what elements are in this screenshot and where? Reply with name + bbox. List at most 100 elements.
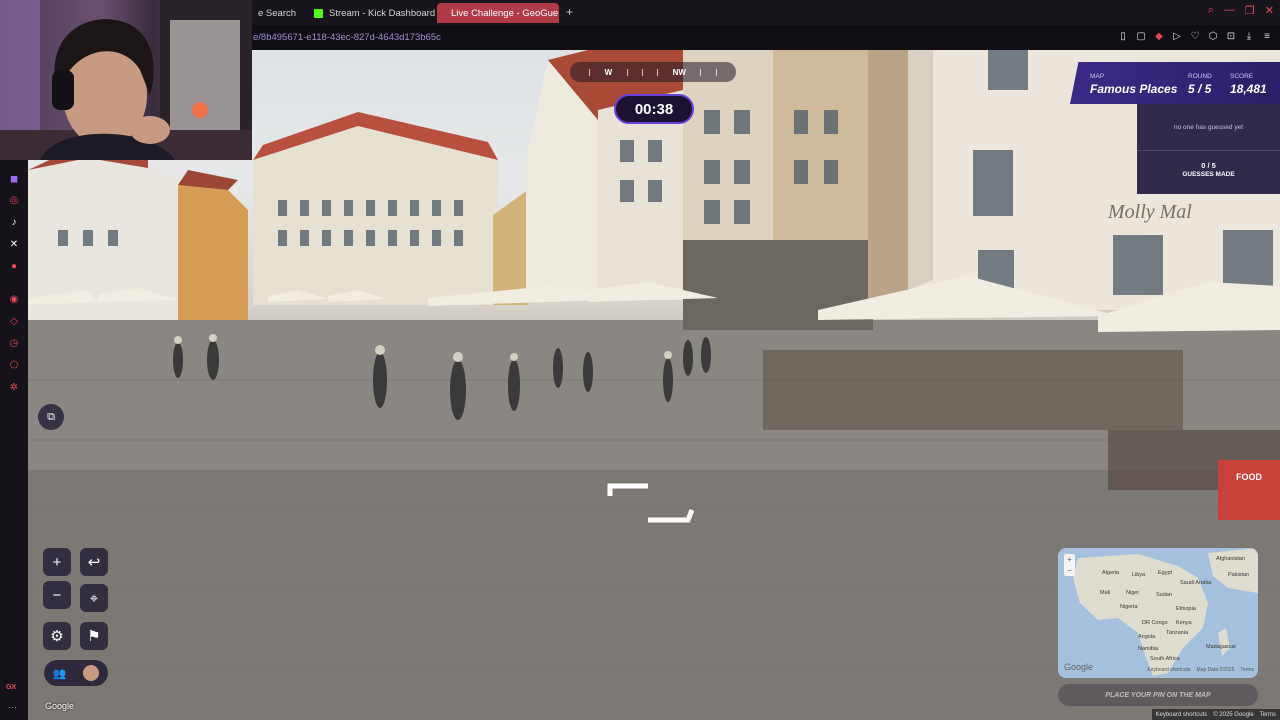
extension-toolbar: ▯ ▢ ◆ ▷ ♡ ⬡ ⊡ ⤓ ≡	[1118, 31, 1272, 42]
bookmark-icon[interactable]: ▯	[1118, 31, 1128, 42]
lock-icon[interactable]: ⊡	[1226, 31, 1236, 42]
place-pin-button[interactable]: PLACE YOUR PIN ON THE MAP	[1058, 684, 1258, 706]
minimap-zoom[interactable]: + −	[1064, 554, 1075, 576]
webcam-graphic	[0, 0, 252, 160]
map-label-saudi: Saudi Arabia	[1180, 580, 1212, 586]
more-icon[interactable]: ···	[8, 702, 17, 712]
google-logo: Google	[45, 701, 75, 711]
map-label: MAP	[1090, 73, 1105, 80]
history-icon[interactable]: ◷	[7, 336, 21, 350]
map-label-algeria: Algeria	[1102, 570, 1120, 576]
window-controls: ⌕ — ❐ ✕	[1208, 4, 1274, 17]
round-timer: 00:38	[614, 94, 694, 124]
extensions-icon[interactable]: ⬡	[1208, 31, 1218, 42]
round-label: ROUND	[1188, 73, 1212, 80]
compass: W NW	[570, 62, 736, 82]
close-icon[interactable]: ✕	[1265, 4, 1274, 17]
map-label-nigeria: Nigeria	[1120, 604, 1138, 610]
tab-label: Stream - Kick Dashboard	[329, 7, 436, 19]
twitch-icon[interactable]: ◼	[7, 172, 21, 186]
guess-minimap[interactable]: + − Afghanistan Algeria Libya Egypt Saudi…	[1058, 548, 1258, 678]
minimap-terms[interactable]: Terms	[1240, 667, 1254, 673]
new-tab-button[interactable]: +	[566, 5, 573, 19]
gx-icon[interactable]: GX	[6, 684, 16, 691]
minimap-footer: Keyboard shortcuts Map Data ©2025 Terms	[1147, 667, 1254, 673]
footer-copyright: © 2025 Google	[1213, 711, 1254, 718]
snapshot-icon[interactable]: ▢	[1136, 31, 1146, 42]
map-label-kenya: Kenya	[1176, 620, 1192, 626]
tab-label: e Search	[258, 7, 297, 19]
menu-icon[interactable]: ≡	[1262, 31, 1272, 42]
map-label-sudan: Sudan	[1156, 592, 1172, 598]
discover-icon[interactable]: ⬠	[7, 358, 21, 372]
pin-sidebar-icon[interactable]: ◇	[7, 314, 21, 328]
avatar	[83, 665, 100, 681]
score-value: 18,481	[1230, 82, 1267, 96]
play-icon[interactable]: ▷	[1172, 31, 1182, 42]
heart-icon[interactable]: ♡	[1190, 31, 1200, 42]
compass-tick	[657, 68, 659, 76]
report-button[interactable]: ⧉	[38, 404, 64, 430]
minimap-google-logo: Google	[1064, 662, 1094, 672]
food-sign: FOOD	[1236, 472, 1262, 482]
instagram-icon[interactable]: ◎	[7, 193, 21, 207]
report-icon: ⧉	[47, 410, 55, 423]
compass-tick	[589, 68, 591, 76]
map-label-afghanistan: Afghanistan	[1216, 556, 1246, 562]
guesses-label: GUESSES MADE	[1182, 171, 1235, 178]
users-icon: 👥	[52, 667, 67, 680]
undo-move-button[interactable]: ↩	[80, 548, 108, 576]
kick-icon	[314, 8, 323, 18]
map-label-south-africa: South Africa	[1150, 656, 1180, 662]
maximize-icon[interactable]: ❐	[1245, 4, 1255, 17]
map-label-egypt: Egypt	[1158, 570, 1173, 576]
map-label-pakistan: Pakistan	[1228, 572, 1250, 578]
minimize-icon[interactable]: —	[1224, 4, 1235, 17]
browser-sidebar: ◼ ◎ ♪ ✕ ● ◉ ◇ ◷ ⬠ ✲ GX ···	[0, 160, 28, 720]
zoom-in-button[interactable]: +	[43, 548, 71, 576]
map-label-drc: DR Congo	[1142, 620, 1168, 626]
no-guesses-text: no one has guessed yet	[1173, 124, 1244, 131]
tab-kick-dashboard[interactable]: Stream - Kick Dashboard	[306, 3, 443, 23]
settings-sidebar-icon[interactable]: ✲	[7, 380, 21, 394]
map-label-niger: Niger	[1126, 590, 1140, 596]
footer-keyboard[interactable]: Keyboard shortcuts	[1156, 712, 1208, 718]
compass-tick	[641, 68, 643, 76]
game-status-panel: MAP Famous Places ROUND 5 / 5 SCORE 18,4…	[1070, 62, 1280, 104]
map-label-namibia: Namibia	[1138, 646, 1159, 652]
minimap-keyboard[interactable]: Keyboard shortcuts	[1147, 667, 1190, 673]
tab-label: Live Challenge - GeoGue	[451, 7, 559, 19]
url-text[interactable]: e/8b495671-e118-43ec-827d-4643d173b65c	[253, 32, 441, 43]
messenger-icon[interactable]: ●	[7, 259, 21, 273]
shield-icon[interactable]: ◆	[1154, 31, 1164, 42]
map-label-libya: Libya	[1132, 572, 1146, 578]
map-label-madagascar: Madagascar	[1206, 644, 1237, 650]
tab-geoguessr[interactable]: Live Challenge - GeoGue	[437, 3, 559, 23]
checkpoint-flag-button[interactable]: ⚑	[80, 622, 108, 650]
download-icon[interactable]: ⤓	[1244, 31, 1254, 42]
divider	[1137, 150, 1280, 151]
compass-northwest: NW	[672, 67, 686, 77]
player-icon[interactable]: ◉	[7, 292, 21, 306]
search-icon[interactable]: ⌕	[1208, 4, 1214, 17]
compass-tick	[715, 68, 717, 76]
map-value: Famous Places	[1090, 82, 1178, 96]
compass-tick	[626, 68, 628, 76]
x-icon[interactable]: ✕	[7, 237, 21, 251]
tab-search[interactable]: e Search	[250, 3, 304, 23]
players-button[interactable]: 👥	[44, 660, 108, 686]
score-label: SCORE	[1230, 73, 1254, 80]
compass-west: W	[604, 67, 613, 77]
round-value: 5 / 5	[1188, 82, 1212, 96]
guesses-count: 0 / 5	[1201, 161, 1216, 170]
map-label-ethiopia: Ethiopia	[1176, 606, 1196, 612]
return-to-start-button[interactable]: ⌖	[80, 584, 108, 612]
compass-tick	[700, 68, 702, 76]
minimap-data: Map Data ©2025	[1196, 667, 1235, 673]
settings-button[interactable]: ⚙	[43, 622, 71, 650]
molly-sign: Molly Mal	[1107, 201, 1192, 223]
tiktok-icon[interactable]: ♪	[7, 215, 21, 229]
footer-terms[interactable]: Terms	[1260, 712, 1276, 718]
webcam-overlay	[0, 0, 252, 160]
zoom-out-button[interactable]: −	[43, 581, 71, 609]
